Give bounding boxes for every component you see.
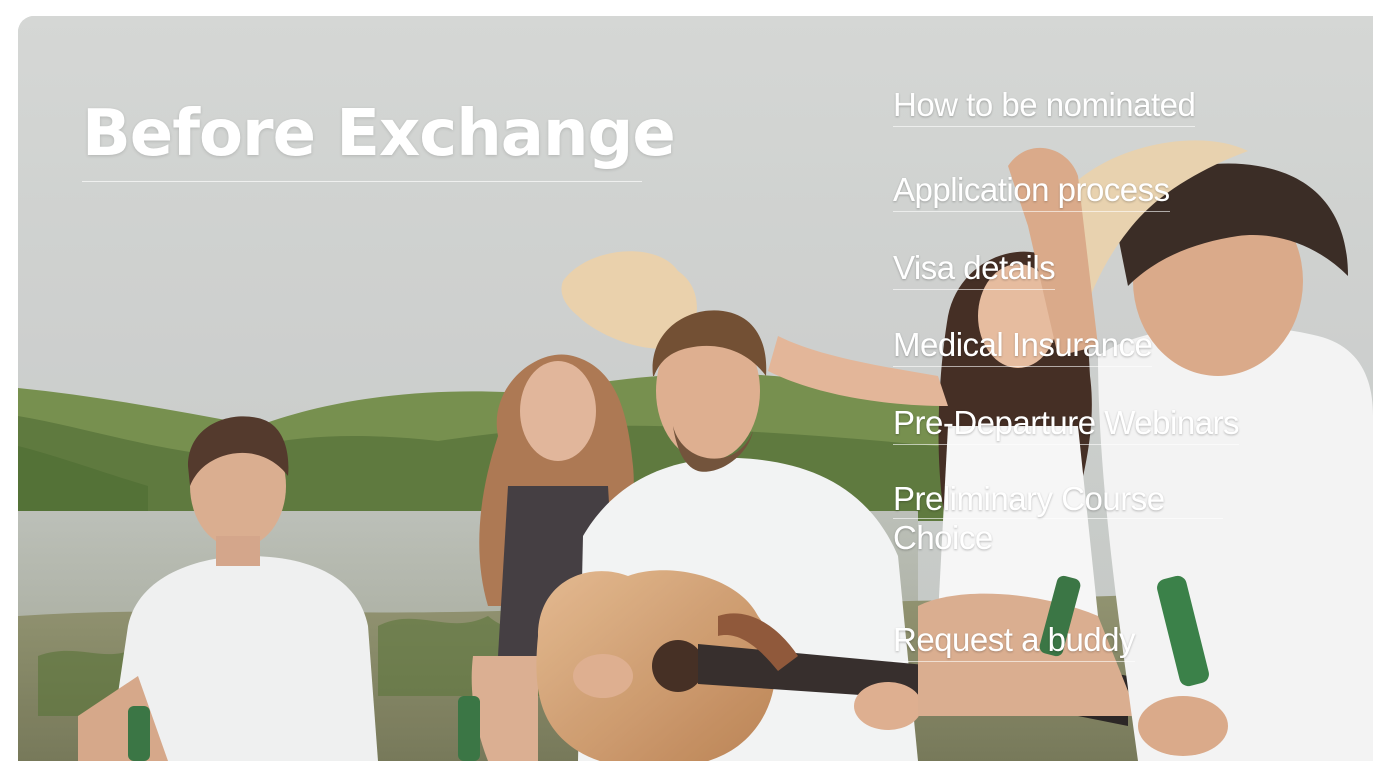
nav-link-application-process[interactable]: Application process bbox=[893, 171, 1170, 212]
nav-link-label-line1: Preliminary Course bbox=[893, 480, 1223, 519]
title-divider bbox=[82, 181, 642, 182]
nav-link-request-a-buddy[interactable]: Request a buddy bbox=[893, 621, 1136, 662]
page-title: Before Exchange bbox=[82, 97, 676, 171]
nav-link-visa-details[interactable]: Visa details bbox=[893, 249, 1056, 290]
nav-link-pre-departure-webinars[interactable]: Pre-Departure Webinars bbox=[893, 404, 1240, 445]
nav-link-label-line2: Choice bbox=[893, 519, 993, 556]
nav-link-preliminary-course-choice[interactable]: Preliminary Course Choice bbox=[893, 480, 1233, 559]
before-exchange-card: Before Exchange How to be nominated Appl… bbox=[18, 16, 1373, 761]
nav-link-how-to-be-nominated[interactable]: How to be nominated bbox=[893, 86, 1196, 127]
nav-link-medical-insurance[interactable]: Medical Insurance bbox=[893, 326, 1153, 367]
